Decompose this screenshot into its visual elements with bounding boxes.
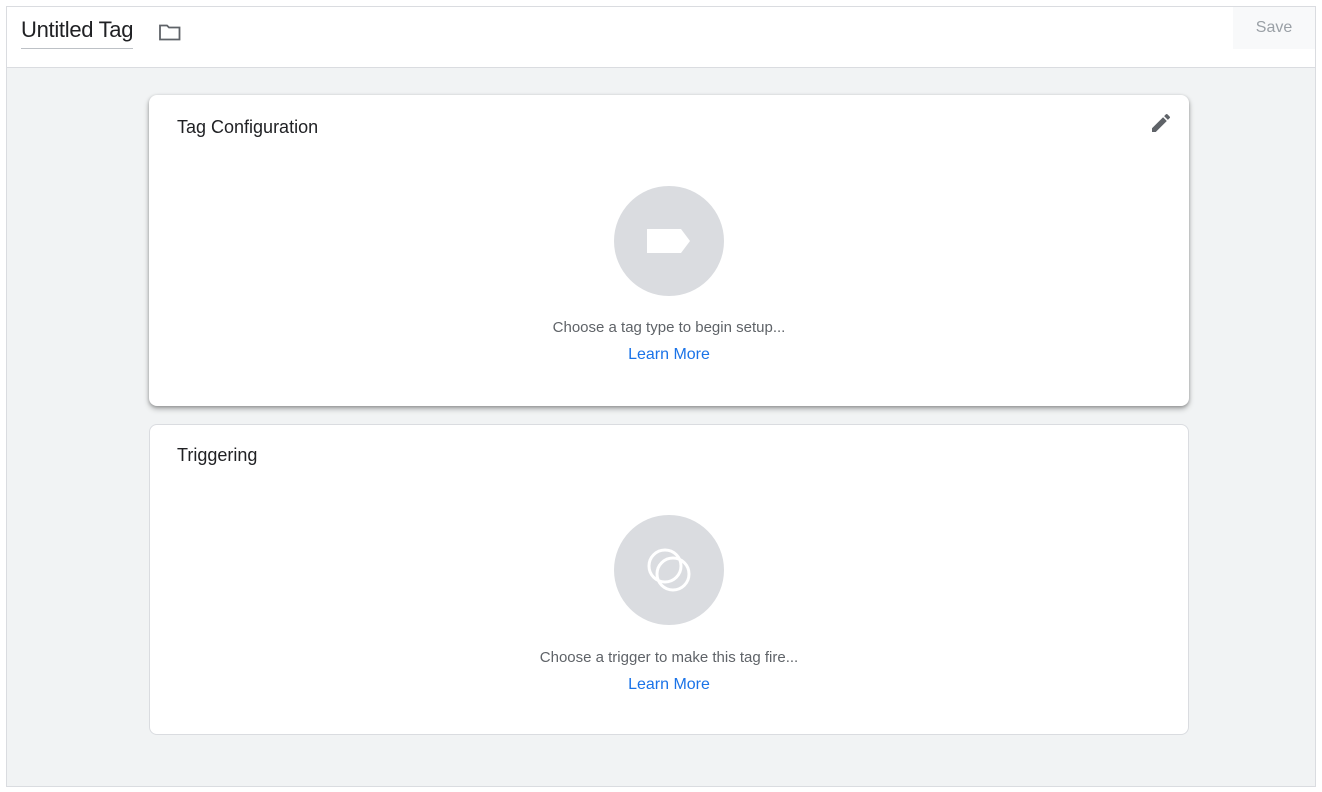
tag-learn-more-link[interactable]: Learn More bbox=[149, 346, 1189, 364]
trigger-placeholder[interactable] bbox=[614, 515, 724, 625]
tag-type-placeholder[interactable] bbox=[614, 186, 724, 296]
tag-configuration-title: Tag Configuration bbox=[177, 117, 319, 137]
tag-type-hint: Choose a tag type to begin setup... bbox=[552, 319, 786, 336]
tag-configuration-card[interactable]: Tag Configuration Choose a tag type to b… bbox=[149, 95, 1189, 406]
editor-header: Untitled Tag Save bbox=[7, 7, 1315, 68]
folder-icon[interactable] bbox=[157, 20, 183, 44]
tag-icon bbox=[647, 229, 690, 253]
tag-name-field[interactable]: Untitled Tag bbox=[21, 17, 133, 49]
trigger-hint: Choose a trigger to make this tag fire..… bbox=[539, 649, 799, 666]
triggering-title: Triggering bbox=[177, 445, 258, 465]
pencil-icon[interactable] bbox=[1149, 111, 1173, 135]
trigger-learn-more-link[interactable]: Learn More bbox=[150, 676, 1188, 694]
trigger-icon bbox=[647, 548, 691, 592]
triggering-card[interactable]: Triggering Choose a trigger to make this… bbox=[149, 424, 1189, 735]
tag-editor: Untitled Tag Save Tag Configuration Choo… bbox=[6, 6, 1316, 787]
save-button[interactable]: Save bbox=[1233, 7, 1315, 49]
